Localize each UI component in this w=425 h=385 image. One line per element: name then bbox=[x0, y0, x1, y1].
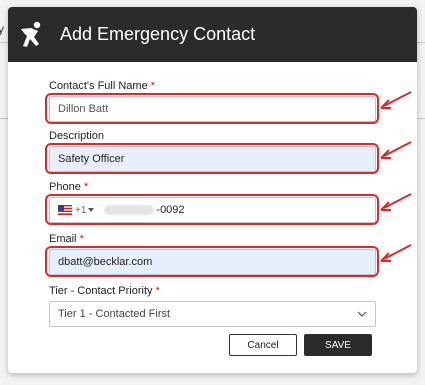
tier-field: Tier - Contact Priority * Tier 1 - Conta… bbox=[49, 285, 384, 327]
annotation-arrow-icon bbox=[380, 244, 412, 262]
tier-label: Tier - Contact Priority * bbox=[49, 285, 160, 297]
add-emergency-contact-modal: Add Emergency Contact Contact's Full Nam… bbox=[8, 7, 417, 373]
modal-header: Add Emergency Contact bbox=[8, 7, 417, 62]
annotation-arrow-icon bbox=[380, 193, 412, 211]
modal-title: Add Emergency Contact bbox=[60, 24, 256, 44]
tier-select[interactable]: Tier 1 - Contacted First bbox=[49, 301, 376, 327]
save-button[interactable]: SAVE bbox=[304, 334, 372, 356]
full-name-label: Contact's Full Name * bbox=[49, 80, 156, 92]
annotation-arrow-icon bbox=[380, 91, 412, 109]
cancel-button[interactable]: Cancel bbox=[229, 334, 297, 356]
description-label: Description bbox=[49, 130, 105, 142]
highlight-box bbox=[45, 246, 379, 277]
highlight-box bbox=[45, 194, 379, 225]
phone-label: Phone * bbox=[49, 181, 89, 193]
tier-selected-value: Tier 1 - Contacted First bbox=[58, 308, 171, 320]
highlight-box bbox=[45, 143, 379, 174]
highlight-box bbox=[45, 93, 379, 124]
app-logo-icon bbox=[21, 21, 41, 47]
email-label: Email * bbox=[49, 233, 84, 245]
annotation-arrow-icon bbox=[380, 141, 412, 159]
chevron-down-icon bbox=[357, 311, 367, 317]
